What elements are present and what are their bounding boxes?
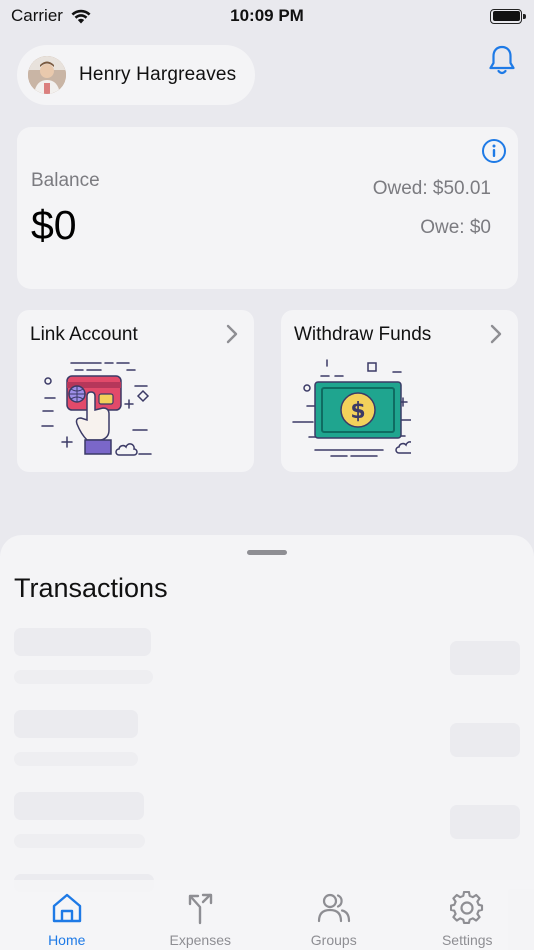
chevron-right-icon xyxy=(226,324,238,344)
link-account-title: Link Account xyxy=(30,324,138,345)
sheet-grabber[interactable] xyxy=(247,550,287,555)
tab-settings[interactable]: Settings xyxy=(401,880,534,950)
withdraw-funds-title: Withdraw Funds xyxy=(294,324,432,345)
balance-value: $0 xyxy=(31,202,77,248)
gear-icon xyxy=(450,891,484,925)
tab-expenses-label: Expenses xyxy=(169,932,231,948)
tab-home-label: Home xyxy=(48,932,86,948)
group-icon xyxy=(317,893,350,923)
svg-text:$: $ xyxy=(350,399,365,424)
split-icon xyxy=(189,893,213,925)
money-bill-illustration: $ xyxy=(292,359,411,457)
link-account-card[interactable]: Link Account xyxy=(17,310,254,472)
tab-groups[interactable]: Groups xyxy=(267,880,401,950)
tab-groups-label: Groups xyxy=(310,932,357,948)
profile-name: Henry Hargreaves xyxy=(79,64,237,85)
transactions-title: Transactions xyxy=(14,573,168,603)
status-time: 10:09 PM xyxy=(230,6,304,25)
withdraw-funds-card[interactable]: Withdraw Funds $ xyxy=(281,310,518,472)
owed-amount: Owed: $50.01 xyxy=(372,178,491,199)
balance-card: Balance $0 Owed: $50.01 Owe: $0 xyxy=(17,127,518,289)
balance-label: Balance xyxy=(31,170,100,191)
notifications-bell-icon[interactable] xyxy=(487,44,517,78)
tab-settings-label: Settings xyxy=(441,932,493,948)
tab-bar: Home Expenses Groups Settings xyxy=(0,880,534,950)
profile-button[interactable]: Henry Hargreaves xyxy=(17,45,255,105)
home-icon xyxy=(52,893,81,923)
avatar xyxy=(28,56,66,94)
owe-amount: Owe: $0 xyxy=(420,217,491,238)
info-icon[interactable] xyxy=(481,138,507,164)
tab-home[interactable]: Home xyxy=(0,880,134,950)
tab-expenses[interactable]: Expenses xyxy=(134,880,268,950)
chevron-right-icon xyxy=(490,324,502,344)
link-card-illustration xyxy=(41,362,152,456)
